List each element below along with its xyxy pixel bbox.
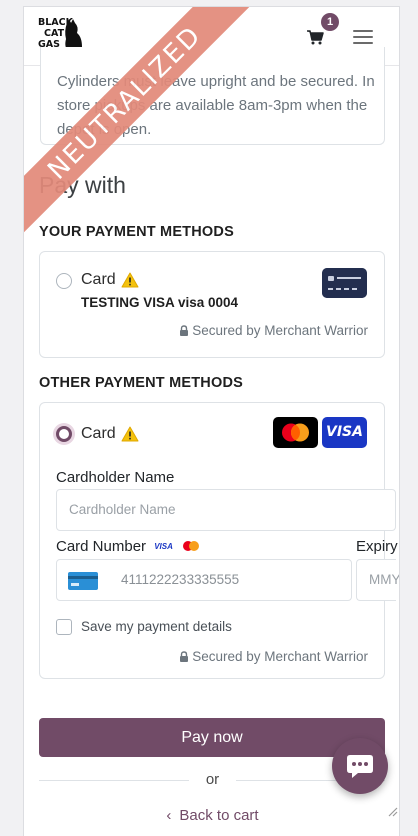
cardholder-name-label: Cardholder Name xyxy=(56,469,175,486)
delivery-note: Cylinders must leave upright and be secu… xyxy=(40,47,385,145)
card-number-input[interactable]: 4111222233335555 xyxy=(56,559,352,601)
cart-count-badge: 1 xyxy=(321,13,339,31)
secured-by-text: Secured by Merchant Warrior xyxy=(179,649,368,664)
saved-methods-heading: YOUR PAYMENT METHODS xyxy=(39,224,234,240)
new-card-radio[interactable] xyxy=(56,426,72,442)
saved-card-radio[interactable] xyxy=(56,273,72,289)
chevron-left-icon: ‹ xyxy=(166,807,172,824)
new-card-option[interactable]: Card VISA Cardholder Name Cardholder Nam… xyxy=(39,402,399,679)
checkout-page: BLACK CAT GAS 1 NEUTRALIZED Cylinders mu… xyxy=(23,6,400,836)
pay-with-heading: Pay with xyxy=(39,172,126,198)
mastercard-mini-icon xyxy=(183,541,200,551)
warning-icon xyxy=(121,272,139,288)
lock-icon xyxy=(180,651,189,662)
chat-bubble-icon xyxy=(347,755,373,778)
save-payment-label: Save my payment details xyxy=(81,619,232,634)
saved-card-option[interactable]: Card TESTING VISA visa 0004 Secured by M… xyxy=(39,251,385,358)
cart-icon[interactable] xyxy=(306,28,324,46)
mastercard-logo xyxy=(273,417,318,448)
menu-toggle-button[interactable] xyxy=(353,29,373,45)
visa-logo: VISA xyxy=(322,417,367,448)
expiry-input[interactable]: MMY xyxy=(356,559,399,601)
other-methods-heading: OTHER PAYMENT METHODS xyxy=(39,375,243,391)
saved-card-label: Card xyxy=(81,271,116,288)
secured-by-text: Secured by Merchant Warrior xyxy=(179,323,368,338)
live-chat-button[interactable] xyxy=(332,738,388,794)
saved-card-name: TESTING VISA visa 0004 xyxy=(81,295,239,310)
card-number-label: Card Number VISA xyxy=(56,538,201,555)
credit-card-icon xyxy=(322,268,367,298)
lock-icon xyxy=(180,325,189,336)
credit-card-icon xyxy=(68,572,98,590)
save-payment-checkbox[interactable] xyxy=(56,619,72,635)
resize-handle-icon[interactable] xyxy=(386,805,398,817)
expiry-label: Expiry xyxy=(356,538,398,555)
delivery-note-text: Cylinders must leave upright and be secu… xyxy=(57,73,375,138)
warning-icon xyxy=(121,426,139,442)
visa-mini-logo: VISA xyxy=(154,542,173,551)
cardholder-name-input[interactable]: Cardholder Name xyxy=(56,489,396,531)
back-to-cart-link[interactable]: ‹ Back to cart xyxy=(24,807,399,824)
new-card-label: Card xyxy=(81,425,116,442)
